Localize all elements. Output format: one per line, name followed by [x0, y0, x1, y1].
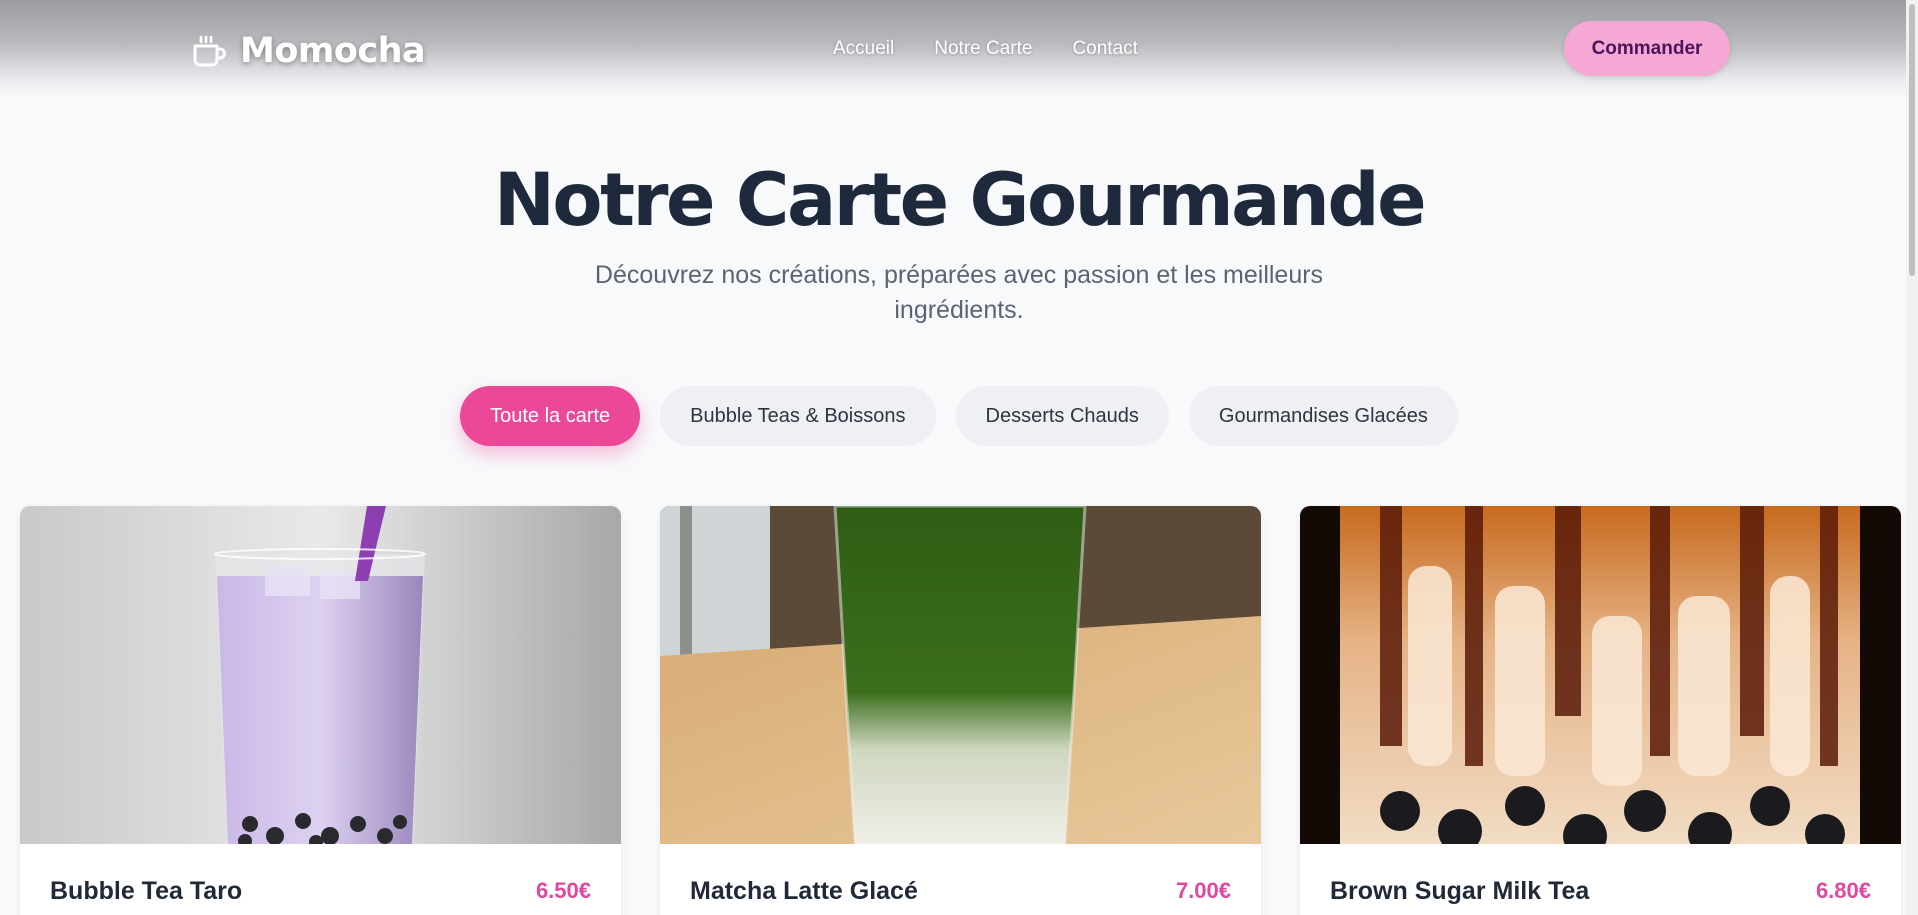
page-title: Notre Carte Gourmande: [493, 158, 1427, 243]
product-price: 6.50€: [535, 878, 591, 903]
category-filters: Toute la carte Bubble Teas & Boissons De…: [0, 386, 1918, 446]
product-card[interactable]: Matcha Latte Glacé 7.00€: [660, 506, 1261, 915]
product-image-matcha: [660, 506, 1261, 844]
product-price: 6.80€: [1815, 878, 1871, 903]
product-name: Matcha Latte Glacé: [690, 877, 918, 905]
nav-link-notre-carte[interactable]: Notre Carte: [934, 38, 1032, 60]
site-header: Momocha Accueil Notre Carte Contact Comm…: [0, 0, 1918, 96]
brand-logo[interactable]: Momocha: [190, 28, 426, 74]
scrollbar[interactable]: [1906, 0, 1918, 915]
filter-tab-gourmandises-glacees[interactable]: Gourmandises Glacées: [1188, 386, 1458, 446]
filter-tab-bubble-teas[interactable]: Bubble Teas & Boissons: [660, 386, 936, 446]
product-name: Brown Sugar Milk Tea: [1330, 877, 1590, 905]
nav-link-contact[interactable]: Contact: [1072, 38, 1137, 60]
page-subtitle: Découvrez nos créations, préparées avec …: [594, 261, 1324, 324]
product-card[interactable]: Bubble Tea Taro 6.50€: [20, 506, 621, 915]
filter-tab-desserts-chauds[interactable]: Desserts Chauds: [955, 386, 1169, 446]
product-name: Bubble Tea Taro: [50, 877, 243, 905]
order-button[interactable]: Commander: [1564, 21, 1730, 76]
product-image-taro: [20, 506, 621, 844]
scrollbar-thumb[interactable]: [1909, 4, 1915, 276]
main-nav: Accueil Notre Carte Contact: [833, 38, 1138, 60]
nav-link-accueil[interactable]: Accueil: [833, 38, 894, 60]
filter-tab-all[interactable]: Toute la carte: [460, 386, 641, 446]
product-price: 7.00€: [1175, 878, 1231, 903]
product-image-brown-sugar: [1300, 506, 1901, 844]
coffee-cup-icon: [193, 35, 226, 67]
product-card[interactable]: Brown Sugar Milk Tea 6.80€: [1300, 506, 1901, 915]
brand-name: Momocha: [240, 31, 426, 71]
